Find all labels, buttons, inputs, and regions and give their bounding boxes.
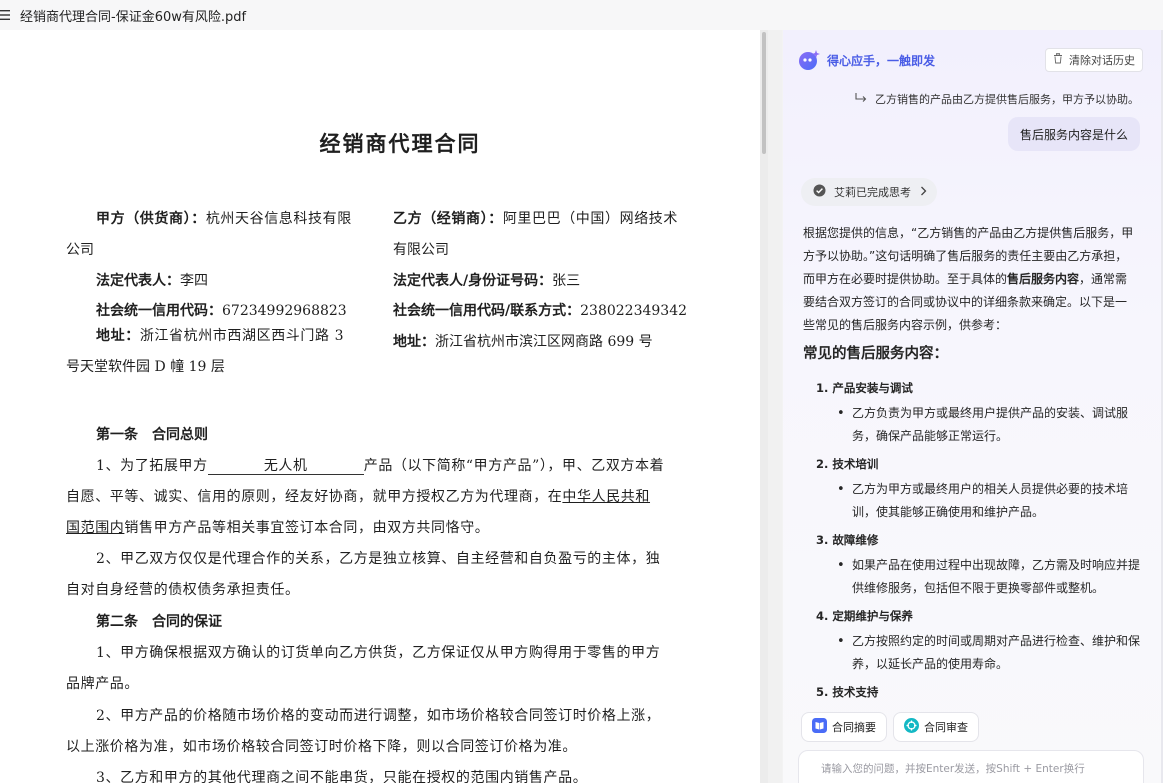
contract-summary-label: 合同摘要 <box>832 721 876 734</box>
territory-underline: 中华人民共和 <box>562 489 651 505</box>
contract-review-chip[interactable]: 合同审查 <box>893 712 979 742</box>
list-item-title: 2. 技术培训 <box>816 457 879 471</box>
article-1-p1-text-b: 产品（以下简称“甲方产品”），甲、乙双方本着 <box>363 458 665 474</box>
article-2-p1-text: 1、甲方确保根据双方确认的订货单向乙方供货，乙方保证仅从甲方购得用于零售的甲方 <box>96 645 661 661</box>
quick-action-chips: 合同摘要 合同审查 <box>801 712 985 742</box>
article-1-p1-line3: 国范围内销售甲方产品等相关事宜签订本合同，由双方共同恪守。 <box>66 517 692 537</box>
party-a-rep-value: 李四 <box>180 273 208 289</box>
party-b-addr-label: 地址： <box>393 334 435 350</box>
party-a-credit: 社会统一信用代码：67234992968823 <box>96 300 347 320</box>
party-b-name-cont: 有限公司 <box>393 242 449 258</box>
article-1-p1-line2-text: 自愿、平等、诚实、信用的原则，经友好协商，就甲方授权乙方为代理商，在 <box>66 489 563 505</box>
article-1-p1-line3-text: 销售甲方产品等相关事宜签订本合同，由双方共同恪守。 <box>124 520 490 536</box>
party-a-value: 杭州天谷信息科技有限 <box>205 211 352 227</box>
assistant-answer: 根据您提供的信息，“乙方销售的产品由乙方提供售后服务，甲方予以协助。”这句话明确… <box>803 222 1140 702</box>
territory-underline-cont: 国范围内 <box>66 520 125 536</box>
article-1-p2-text: 2、甲乙双方仅仅是代理合作的关系，乙方是独立核算、自主经营和自负盈亏的主体，独 <box>96 551 661 567</box>
list-item-desc: 乙方按照约定的时间或周期对产品进行检查、维护和保养，以延长产品的使用寿命。 <box>837 630 1142 676</box>
party-b-credit: 社会统一信用代码/联系方式：238022349342 <box>393 300 687 320</box>
list-item-title: 5. 技术支持 <box>816 685 879 699</box>
party-b-addr-value: 浙江省杭州市滨江区网商路 699 号 <box>435 334 653 350</box>
article-1-p2: 2、甲乙双方仅仅是代理合作的关系，乙方是独立核算、自主经营和自负盈亏的主体，独 <box>66 548 692 568</box>
assistant-brand: 得心应手，一触即发 <box>797 48 935 72</box>
thinking-status-toggle[interactable]: 艾莉已完成思考 <box>801 178 937 206</box>
party-b-address: 地址：浙江省杭州市滨江区网商路 699 号 <box>393 331 653 351</box>
reply-arrow-icon <box>855 92 867 106</box>
article-2-p3: 3、乙方和甲方的其他代理商之间不能串货，只能在授权的范围内销售产品。 <box>66 767 692 783</box>
party-a-address: 地址：浙江省杭州市西湖区西斗门路 3 <box>96 325 344 345</box>
answer-intro-bold: 售后服务内容 <box>1007 272 1080 286</box>
document-scrollbar-thumb[interactable] <box>762 32 766 154</box>
answer-heading: 常见的售后服务内容： <box>803 346 948 362</box>
article-2-p1-line2: 品牌产品。 <box>66 676 139 692</box>
list-item-title: 4. 定期维护与保养 <box>816 609 913 623</box>
party-b-label: 乙方（经销商）： <box>393 211 503 227</box>
document-viewer[interactable]: 经销商代理合同 甲方（供货商）：杭州天谷信息科技有限 公司 法定代表人：李四 社… <box>0 30 760 783</box>
assistant-logo-icon <box>797 48 821 72</box>
party-b-value: 阿里巴巴（中国）网络技术 <box>502 211 679 227</box>
chat-input[interactable] <box>819 762 1143 776</box>
party-a-name: 甲方（供货商）：杭州天谷信息科技有限 <box>96 208 352 228</box>
list-item-desc: 乙方负责为甲方或最终用户提供产品的安装、调试服务，确保产品能够正常运行。 <box>837 402 1142 448</box>
article-1-p1-line2: 自愿、平等、诚实、信用的原则，经友好协商，就甲方授权乙方为代理商，在中华人民共和 <box>66 486 692 506</box>
title-bar: 经销商代理合同-保证金60w有风险.pdf <box>0 0 1163 30</box>
party-a-rep-label: 法定代表人： <box>96 273 180 289</box>
chat-input-box[interactable] <box>798 750 1144 783</box>
party-a-credit-value: 67234992968823 <box>222 303 347 319</box>
party-a-rep: 法定代表人：李四 <box>96 270 208 290</box>
trash-icon <box>1053 53 1063 67</box>
list-item-desc: 如果产品在使用过程中出现故障，乙方需及时响应并提供维修服务，包括但不限于更换零部… <box>837 554 1142 600</box>
file-title: 经销商代理合同-保证金60w有风险.pdf <box>20 9 247 25</box>
article-1-p1-text-a: 1、为了拓展甲方 <box>96 458 208 474</box>
party-a-name-cont: 公司 <box>66 242 94 258</box>
article-1-p2-line2: 自对自身经营的债权债务承担责任。 <box>66 582 300 598</box>
party-a-label: 甲方（供货商）： <box>96 211 206 227</box>
list-item-title: 3. 故障维修 <box>816 533 879 547</box>
party-a-credit-label: 社会统一信用代码： <box>96 303 222 319</box>
pane-divider <box>768 30 782 783</box>
assistant-slogan: 得心应手，一触即发 <box>827 53 936 68</box>
clear-history-button[interactable]: 清除对话历史 <box>1045 48 1143 72</box>
document-title: 经销商代理合同 <box>319 131 481 156</box>
article-2-p1: 1、甲方确保根据双方确认的订货单向乙方供货，乙方保证仅从甲方购得用于零售的甲方 <box>66 642 692 662</box>
party-b-credit-label: 社会统一信用代码/联系方式： <box>393 303 581 319</box>
party-b-rep-label: 法定代表人/身份证号码： <box>393 273 553 289</box>
chevron-right-icon <box>920 186 927 199</box>
answer-intro: 根据您提供的信息，“乙方销售的产品由乙方提供售后服务，甲方予以协助。”这句话明确… <box>803 222 1137 337</box>
article-2-p3-text: 3、乙方和甲方的其他代理商之间不能串货，只能在授权的范围内销售产品。 <box>96 770 588 783</box>
article-2-heading: 第二条 合同的保证 <box>96 614 222 630</box>
contract-summary-chip[interactable]: 合同摘要 <box>801 712 887 742</box>
article-2-p2: 2、甲方产品的价格随市场价格的变动而进行调整，如市场价格较合同签订时价格上涨， <box>66 705 692 725</box>
party-b-rep-value: 张三 <box>552 273 581 289</box>
book-icon <box>812 718 827 736</box>
list-item-desc: 乙方为甲方或最终用户的相关人员提供必要的技术培训，使其能够正确使用和维护产品。 <box>837 478 1142 524</box>
quoted-reference: 乙方销售的产品由乙方提供售后服务，甲方予以协助。 <box>855 91 1139 107</box>
party-a-addr-value: 浙江省杭州市西湖区西斗门路 3 <box>139 328 345 344</box>
quoted-text: 乙方销售的产品由乙方提供售后服务，甲方予以协助。 <box>875 93 1139 106</box>
list-item-title: 1. 产品安装与调试 <box>816 381 913 395</box>
check-circle-icon <box>813 184 826 200</box>
party-a-address-cont: 号天堂软件园 D 幢 19 层 <box>66 359 225 375</box>
party-a-addr-label: 地址： <box>96 328 140 344</box>
menu-icon[interactable] <box>0 9 12 21</box>
assistant-panel: 得心应手，一触即发 清除对话历史 乙方销售的产品由乙方提供售后服务，甲方予以协助… <box>783 30 1163 783</box>
article-1-heading: 第一条 合同总则 <box>96 427 208 443</box>
party-b-rep: 法定代表人/身份证号码：张三 <box>393 270 580 290</box>
party-b-name: 乙方（经销商）：阿里巴巴（中国）网络技术 <box>393 208 678 228</box>
party-b-credit-value: 238022349342 <box>580 303 688 319</box>
user-message-bubble: 售后服务内容是什么 <box>1008 117 1140 151</box>
review-icon <box>904 718 919 736</box>
thinking-status-label: 艾莉已完成思考 <box>834 186 911 199</box>
product-blank-field: 无人机 <box>207 458 364 475</box>
article-2-p2-text: 2、甲方产品的价格随市场价格的变动而进行调整，如市场价格较合同签订时价格上涨， <box>96 708 661 724</box>
contract-review-label: 合同审查 <box>924 721 968 734</box>
article-2-p2-line2: 以上涨价格为准，如市场价格较合同签订时价格下降，则以合同签订价格为准。 <box>66 739 577 755</box>
article-1-p1: 1、为了拓展甲方 无人机 产品（以下简称“甲方产品”），甲、乙双方本着 <box>66 455 692 475</box>
clear-history-label: 清除对话历史 <box>1069 54 1135 67</box>
